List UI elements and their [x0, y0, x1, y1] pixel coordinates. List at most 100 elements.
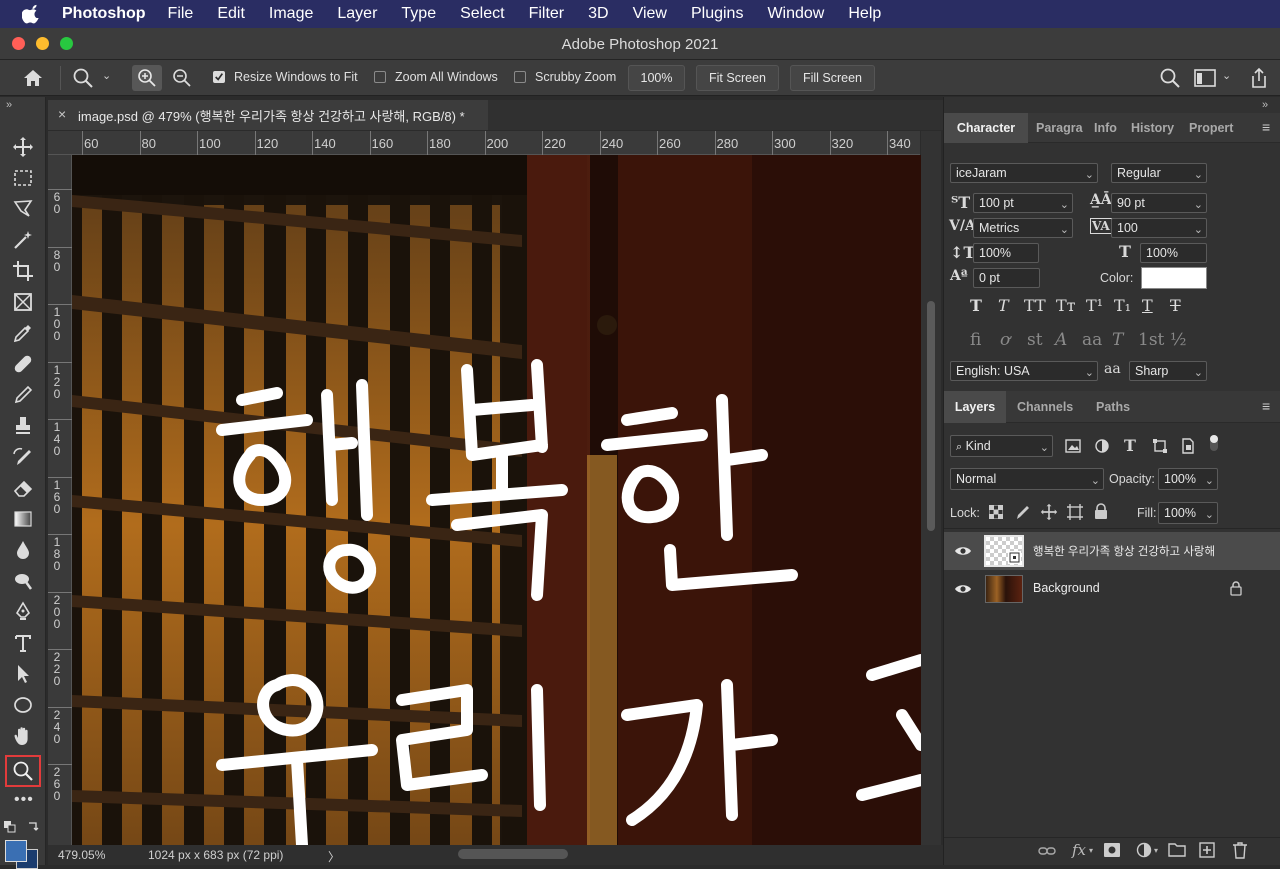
- clone-stamp-tool[interactable]: [8, 412, 38, 440]
- layer-filter-select[interactable]: ⌕ Kind ⌄: [950, 435, 1053, 457]
- foreground-color-swatch[interactable]: [5, 840, 27, 862]
- font-family-select[interactable]: iceJaram ⌄: [950, 163, 1098, 183]
- share-icon[interactable]: [1249, 67, 1269, 89]
- eyedropper-tool[interactable]: [8, 319, 38, 347]
- adjustment-dropdown-icon[interactable]: ▾: [1154, 846, 1158, 855]
- collapse-panels-icon[interactable]: »: [1262, 99, 1268, 111]
- pen-tool[interactable]: [8, 598, 38, 626]
- tab-layers[interactable]: Layers: [944, 391, 1006, 423]
- superscript-icon[interactable]: T¹: [1086, 296, 1103, 315]
- collapse-toolbar-icon[interactable]: »: [6, 99, 12, 111]
- menu-filter[interactable]: Filter: [529, 5, 565, 23]
- layer-row-background[interactable]: Background: [944, 570, 1280, 608]
- document-info[interactable]: 1024 px x 683 px (72 ppi): [148, 848, 283, 862]
- scrubby-zoom-checkbox[interactable]: [514, 71, 526, 83]
- workspace-icon[interactable]: [1194, 69, 1216, 87]
- link-layers-icon[interactable]: [1038, 845, 1056, 857]
- fx-dropdown-icon[interactable]: ▾: [1089, 846, 1093, 855]
- new-group-icon[interactable]: [1168, 842, 1186, 857]
- fill-input[interactable]: 100% ⌄: [1158, 502, 1218, 524]
- menu-plugins[interactable]: Plugins: [691, 5, 743, 23]
- eye-icon[interactable]: [954, 582, 972, 596]
- apple-icon[interactable]: [22, 4, 42, 24]
- font-size-input[interactable]: 100 pt ⌄: [973, 193, 1073, 213]
- zoom-tool[interactable]: [5, 755, 41, 787]
- opacity-input[interactable]: 100% ⌄: [1158, 468, 1218, 490]
- fit-screen-button[interactable]: Fit Screen: [696, 65, 779, 91]
- healing-brush-tool[interactable]: [8, 350, 38, 378]
- document-canvas[interactable]: [72, 155, 921, 845]
- language-select[interactable]: English: USA ⌄: [950, 361, 1098, 381]
- menu-file[interactable]: File: [168, 5, 194, 23]
- ellipse-tool[interactable]: [8, 691, 38, 719]
- menu-layer[interactable]: Layer: [337, 5, 377, 23]
- menu-type[interactable]: Type: [401, 5, 436, 23]
- home-icon[interactable]: [22, 68, 44, 88]
- swap-colors-icon[interactable]: [27, 821, 39, 833]
- leading-input[interactable]: 90 pt ⌄: [1111, 193, 1207, 213]
- menu-edit[interactable]: Edit: [217, 5, 245, 23]
- hand-tool[interactable]: [8, 722, 38, 750]
- tab-history[interactable]: History: [1131, 113, 1174, 143]
- lock-transparent-icon[interactable]: [989, 505, 1003, 519]
- antialias-select[interactable]: Sharp ⌄: [1129, 361, 1207, 381]
- layer-name[interactable]: 행복한 우리가족 항상 건강하고 사랑해: [1033, 543, 1215, 559]
- old-style-icon[interactable]: ơ: [1000, 330, 1010, 350]
- menu-window[interactable]: Window: [767, 5, 824, 23]
- filter-adjustment-icon[interactable]: [1094, 438, 1110, 454]
- search-icon[interactable]: [1159, 67, 1181, 89]
- baseline-shift-input[interactable]: 0 pt: [973, 268, 1040, 288]
- layer-row-text[interactable]: 행복한 우리가족 항상 건강하고 사랑해: [944, 532, 1280, 570]
- close-tab-icon[interactable]: ×: [58, 106, 66, 122]
- magic-wand-tool[interactable]: [8, 226, 38, 254]
- zoom-percent-button[interactable]: 100%: [628, 65, 685, 91]
- font-style-select[interactable]: Regular ⌄: [1111, 163, 1207, 183]
- ordinals-icon[interactable]: 1st: [1138, 330, 1164, 350]
- vertical-scrollbar[interactable]: [921, 131, 941, 845]
- lock-all-icon[interactable]: [1094, 503, 1108, 520]
- status-menu-arrow-icon[interactable]: 〉: [328, 848, 340, 865]
- all-caps-icon[interactable]: TT: [1024, 296, 1046, 315]
- panel-menu-icon[interactable]: ≡: [1262, 119, 1270, 135]
- lock-artboard-icon[interactable]: [1066, 503, 1084, 521]
- zoom-out-icon[interactable]: [172, 68, 192, 88]
- subscript-icon[interactable]: T₁: [1114, 296, 1131, 315]
- type-tool[interactable]: [8, 629, 38, 657]
- zoom-level[interactable]: 479.05%: [58, 848, 105, 862]
- lasso-tool[interactable]: [8, 195, 38, 223]
- kerning-select[interactable]: Metrics ⌄: [973, 218, 1073, 238]
- new-adjustment-layer-icon[interactable]: [1136, 842, 1152, 858]
- add-mask-icon[interactable]: [1104, 843, 1120, 857]
- tab-info[interactable]: Info: [1094, 113, 1117, 143]
- document-tab[interactable]: × image.psd @ 479% (행복한 우리가족 항상 건강하고 사랑해…: [48, 100, 488, 130]
- filter-shape-icon[interactable]: [1152, 438, 1168, 454]
- dodge-tool[interactable]: [8, 567, 38, 595]
- tab-properties[interactable]: Propert: [1189, 113, 1233, 143]
- zoom-in-mode-button[interactable]: [132, 65, 162, 91]
- gradient-tool[interactable]: [8, 505, 38, 533]
- menu-select[interactable]: Select: [460, 5, 504, 23]
- chevron-down-icon[interactable]: ⌄: [102, 69, 111, 82]
- stylistic-alternates-icon[interactable]: aa: [1082, 330, 1102, 350]
- tab-paragraph[interactable]: Paragra: [1036, 113, 1083, 143]
- brush-tool[interactable]: [8, 381, 38, 409]
- lock-position-icon[interactable]: [1040, 503, 1058, 521]
- horizontal-scale-input[interactable]: 100%: [1140, 243, 1207, 263]
- discretionary-ligatures-icon[interactable]: st: [1027, 330, 1043, 350]
- marquee-tool[interactable]: [8, 164, 38, 192]
- workspace-chevron-down-icon[interactable]: ⌄: [1222, 69, 1231, 82]
- eraser-tool[interactable]: [8, 474, 38, 502]
- fx-icon[interactable]: fx: [1072, 841, 1086, 859]
- delete-layer-icon[interactable]: [1232, 841, 1248, 859]
- tab-character[interactable]: Character: [944, 113, 1028, 143]
- scroll-thumb[interactable]: [927, 301, 935, 531]
- layer-name[interactable]: Background: [1033, 581, 1100, 595]
- filter-pixel-icon[interactable]: [1065, 438, 1081, 454]
- new-layer-icon[interactable]: [1199, 842, 1215, 858]
- titling-icon[interactable]: T: [1112, 330, 1123, 350]
- menu-image[interactable]: Image: [269, 5, 313, 23]
- fractions-icon[interactable]: ½: [1170, 330, 1186, 350]
- zoom-all-windows-checkbox[interactable]: [374, 71, 386, 83]
- frame-tool[interactable]: [8, 288, 38, 316]
- fill-screen-button[interactable]: Fill Screen: [790, 65, 875, 91]
